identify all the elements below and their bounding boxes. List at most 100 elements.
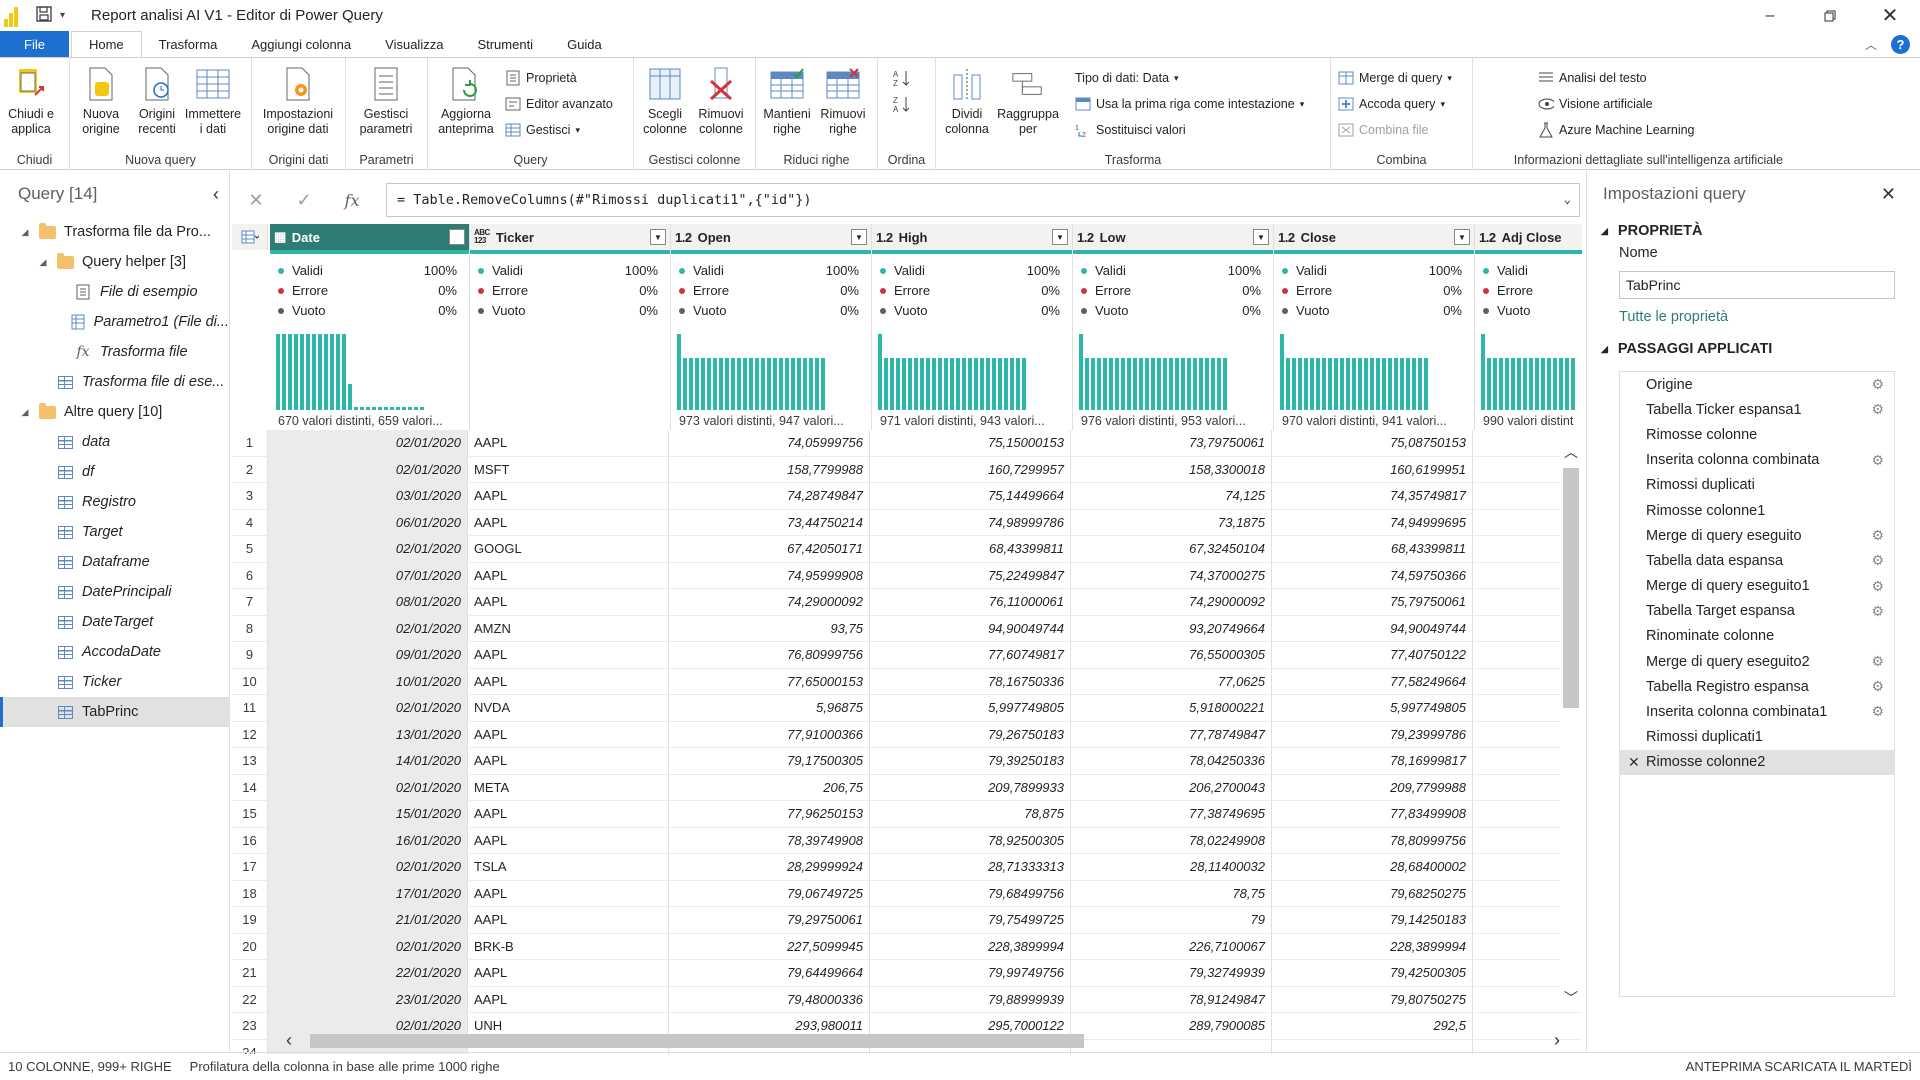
table-cell[interactable]: 21/01/2020 bbox=[268, 907, 468, 933]
scroll-left-icon[interactable]: ‹ bbox=[286, 1030, 292, 1051]
expand-triangle-icon[interactable]: ◢ bbox=[18, 227, 32, 238]
all-properties-link[interactable]: Tutte le proprietà bbox=[1587, 299, 1920, 335]
query-item[interactable]: df bbox=[0, 457, 229, 487]
table-cell[interactable]: 206,2700043 bbox=[1071, 774, 1272, 800]
row-number[interactable]: 20 bbox=[232, 933, 268, 959]
table-cell[interactable]: 206,75 bbox=[669, 774, 870, 800]
table-cell[interactable]: 5,918000221 bbox=[1071, 695, 1272, 721]
query-item[interactable]: fx Trasforma file bbox=[0, 337, 229, 367]
table-cell[interactable]: AAPL bbox=[468, 721, 669, 747]
applied-step[interactable]: Tabella data espansa ⚙ bbox=[1620, 548, 1894, 573]
applied-step[interactable]: Inserita colonna combinata ⚙ bbox=[1620, 448, 1894, 473]
table-cell[interactable]: 74,125 bbox=[1071, 483, 1272, 509]
row-number[interactable]: 10 bbox=[232, 668, 268, 694]
table-cell[interactable]: 75,14499664 bbox=[870, 483, 1071, 509]
row-number[interactable]: 13 bbox=[232, 748, 268, 774]
table-cell[interactable]: 14/01/2020 bbox=[268, 748, 468, 774]
table-cell[interactable]: 02/01/2020 bbox=[268, 536, 468, 562]
row-number[interactable]: 15 bbox=[232, 801, 268, 827]
properties-section[interactable]: ◢ PROPRIETÀ bbox=[1587, 217, 1920, 245]
table-cell[interactable]: 227,5099945 bbox=[669, 933, 870, 959]
table-cell[interactable]: 79,80750275 bbox=[1272, 986, 1473, 1012]
table-row[interactable]: 10 10/01/2020 AAPL 77,65000153 78,16750336 77… bbox=[232, 668, 1582, 695]
collapse-ribbon-icon[interactable]: ︿ bbox=[1865, 36, 1877, 53]
applied-step[interactable]: Tabella Target espansa ⚙ bbox=[1620, 599, 1894, 624]
azure-ml-button[interactable]: Azure Machine Learning bbox=[1538, 120, 1695, 140]
table-cell[interactable]: 22/01/2020 bbox=[268, 960, 468, 986]
table-cell[interactable]: 10/01/2020 bbox=[268, 668, 468, 694]
minimize-button[interactable]: – bbox=[1740, 0, 1800, 31]
cancel-formula-icon[interactable]: ✕ bbox=[232, 190, 280, 211]
table-cell[interactable]: 79 bbox=[1071, 907, 1272, 933]
gear-icon[interactable]: ⚙ bbox=[1871, 552, 1884, 569]
query-item[interactable]: ◢ Altre query [10] bbox=[0, 397, 229, 427]
table-cell[interactable]: 79,64499664 bbox=[669, 960, 870, 986]
column-type-icon[interactable]: ABC 123 bbox=[474, 229, 490, 245]
query-item[interactable]: Trasforma file di ese... bbox=[0, 367, 229, 397]
table-cell[interactable]: 75,79750061 bbox=[1272, 589, 1473, 615]
merge-query-button[interactable]: Merge di query ▾ bbox=[1338, 68, 1452, 88]
table-row[interactable]: 18 17/01/2020 AAPL 79,06749725 79,68499756 78… bbox=[232, 880, 1582, 907]
gear-icon[interactable]: ⚙ bbox=[1871, 703, 1884, 720]
row-number[interactable]: 5 bbox=[232, 536, 268, 562]
table-cell[interactable]: AAPL bbox=[468, 509, 669, 535]
query-item[interactable]: Registro bbox=[0, 487, 229, 517]
row-number[interactable]: 7 bbox=[232, 589, 268, 615]
table-cell[interactable]: GOOGL bbox=[468, 536, 669, 562]
close-pane-icon[interactable]: ✕ bbox=[1881, 184, 1896, 205]
column-header-date[interactable]: ▦ Date ▼ bbox=[270, 224, 470, 250]
table-row[interactable]: 20 02/01/2020 BRK-B 227,5099945 228,3899994 2… bbox=[232, 933, 1582, 960]
column-profile[interactable]: Validi Errore Vuoto 990 valori distint bbox=[1475, 254, 1582, 430]
table-cell[interactable]: 28,68400002 bbox=[1272, 854, 1473, 880]
table-cell[interactable]: 79,48000336 bbox=[669, 986, 870, 1012]
query-name-input[interactable]: TabPrinc bbox=[1619, 271, 1895, 299]
row-number[interactable]: 11 bbox=[232, 695, 268, 721]
table-cell[interactable]: 79,29750061 bbox=[669, 907, 870, 933]
table-cell[interactable]: 5,997749805 bbox=[870, 695, 1071, 721]
table-cell[interactable]: 73,1875 bbox=[1071, 509, 1272, 535]
column-profile[interactable]: Validi 100% Errore 0% Vuoto 0% bbox=[470, 254, 671, 430]
table-row[interactable]: 17 02/01/2020 TSLA 28,29999924 28,71333313 28… bbox=[232, 854, 1582, 881]
table-cell[interactable]: 79,68250275 bbox=[1272, 880, 1473, 906]
column-header-adj-close[interactable]: 1.2 Adj Close bbox=[1475, 224, 1582, 250]
table-cell[interactable]: AAPL bbox=[468, 483, 669, 509]
row-number[interactable]: 23 bbox=[232, 1013, 268, 1039]
table-row[interactable]: 5 02/01/2020 GOOGL 67,42050171 68,43399811 67… bbox=[232, 536, 1582, 563]
table-row[interactable]: 12 13/01/2020 AAPL 77,91000366 79,26750183 77… bbox=[232, 721, 1582, 748]
applied-step[interactable]: Merge di query eseguito ⚙ bbox=[1620, 523, 1894, 548]
column-profile[interactable]: Validi 100% Errore 0% Vuoto 0% 971 valori dist… bbox=[872, 254, 1073, 430]
table-cell[interactable]: 158,3300018 bbox=[1071, 456, 1272, 482]
table-cell[interactable]: 02/01/2020 bbox=[268, 933, 468, 959]
expand-formula-icon[interactable]: ⌄ bbox=[1564, 192, 1571, 206]
row-number[interactable]: 9 bbox=[232, 642, 268, 668]
table-cell[interactable]: 02/01/2020 bbox=[268, 615, 468, 641]
table-row[interactable]: 19 21/01/2020 AAPL 79,29750061 79,75499725 79… bbox=[232, 907, 1582, 934]
column-header-high[interactable]: 1.2 High ▼ bbox=[872, 224, 1073, 250]
table-cell[interactable]: 02/01/2020 bbox=[268, 854, 468, 880]
table-cell[interactable]: 68,43399811 bbox=[870, 536, 1071, 562]
column-profile[interactable]: Validi 100% Errore 0% Vuoto 0% 670 valori dist… bbox=[270, 254, 470, 430]
table-row[interactable]: 3 03/01/2020 AAPL 74,28749847 75,14499664 74,… bbox=[232, 483, 1582, 510]
table-row[interactable]: 22 23/01/2020 AAPL 79,48000336 79,88999939 78… bbox=[232, 986, 1582, 1013]
table-cell[interactable]: 79,88999939 bbox=[870, 986, 1071, 1012]
query-item[interactable]: Ticker bbox=[0, 667, 229, 697]
table-cell[interactable]: 67,32450104 bbox=[1071, 536, 1272, 562]
row-number[interactable]: 12 bbox=[232, 721, 268, 747]
table-cell[interactable]: 76,55000305 bbox=[1071, 642, 1272, 668]
query-item[interactable]: AccodaDate bbox=[0, 637, 229, 667]
table-cell[interactable]: 76,80999756 bbox=[669, 642, 870, 668]
gear-icon[interactable]: ⚙ bbox=[1871, 401, 1884, 418]
row-number[interactable]: 4 bbox=[232, 509, 268, 535]
visione-artificiale-button[interactable]: Visione artificiale bbox=[1538, 94, 1695, 114]
applied-step[interactable]: Tabella Ticker espansa1 ⚙ bbox=[1620, 397, 1894, 422]
table-cell[interactable]: AAPL bbox=[468, 642, 669, 668]
confirm-formula-icon[interactable]: ✓ bbox=[280, 190, 328, 211]
column-type-icon[interactable]: 1.2 bbox=[1479, 230, 1496, 245]
applied-step[interactable]: Rimosse colonne bbox=[1620, 422, 1894, 447]
table-cell[interactable]: 28,71333313 bbox=[870, 854, 1071, 880]
gear-icon[interactable]: ⚙ bbox=[1871, 578, 1884, 595]
table-cell[interactable]: 74,29000092 bbox=[669, 589, 870, 615]
table-row[interactable]: 2 02/01/2020 MSFT 158,7799988 160,7299957 158… bbox=[232, 456, 1582, 483]
tab-home[interactable]: Home bbox=[70, 31, 142, 57]
tab-trasforma[interactable]: Trasforma bbox=[142, 31, 235, 57]
